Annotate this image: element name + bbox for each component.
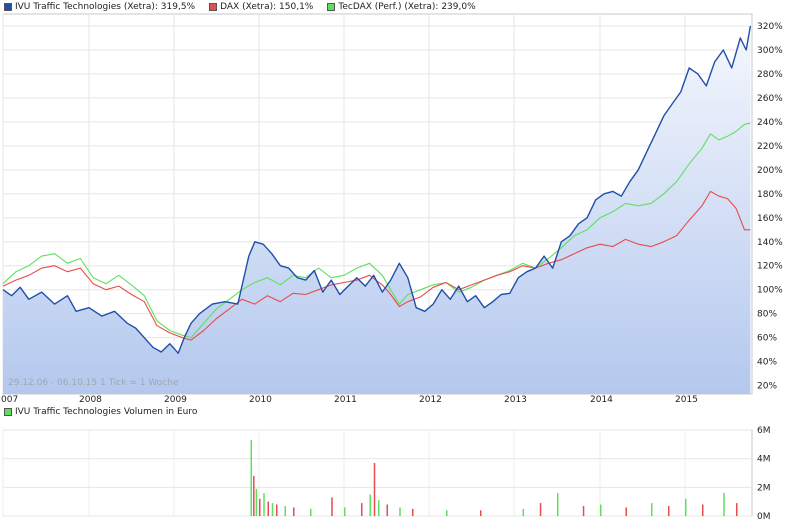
volume-bar xyxy=(344,507,346,516)
y-tick-label: 240% xyxy=(757,118,783,128)
x-tick-label: 2011 xyxy=(334,395,357,405)
volume-legend-swatch xyxy=(4,408,12,416)
volume-bar xyxy=(625,507,627,516)
y-tick-label: 60% xyxy=(757,334,777,344)
y-tick-label: 120% xyxy=(757,262,783,272)
range-note: 29.12.06 - 06.10.15 1 Tick = 1 Woche xyxy=(8,378,179,388)
volume-bar xyxy=(373,462,376,516)
y-tick-label: 220% xyxy=(757,142,783,152)
volume-bar xyxy=(685,498,687,516)
volume-bar xyxy=(331,497,333,516)
y-tick-label: 40% xyxy=(757,358,777,368)
y-tick-label: 280% xyxy=(757,70,783,80)
volume-y-tick-label: 2M xyxy=(757,483,771,493)
x-tick-label: 2014 xyxy=(590,395,613,405)
volume-bar xyxy=(250,440,252,516)
y-tick-label: 200% xyxy=(757,166,783,176)
y-tick-label: 260% xyxy=(757,94,783,104)
volume-bar xyxy=(259,498,261,516)
y-tick-label: 180% xyxy=(757,190,783,200)
x-tick-label: 2012 xyxy=(419,395,442,405)
volume-y-tick-label: 0M xyxy=(757,512,771,522)
x-tick-label: 2015 xyxy=(675,395,698,405)
volume-bar xyxy=(522,508,525,516)
volume-bar xyxy=(668,505,670,516)
volume-bar xyxy=(582,505,585,516)
y-tick-label: 300% xyxy=(757,46,783,56)
volume-bar xyxy=(723,493,725,516)
volume-bar xyxy=(253,475,255,516)
volume-y-tick-label: 6M xyxy=(757,426,771,436)
price-chart: 20% 40% 60% 80% 100% 120% 140% 160% 180% 200% 220%… xyxy=(1,13,783,522)
y-tick-label: 160% xyxy=(757,214,783,224)
y-tick-label: 140% xyxy=(757,238,783,248)
x-tick-label: 2013 xyxy=(504,395,527,405)
volume-bar xyxy=(446,510,448,516)
volume-bar xyxy=(276,504,278,516)
volume-bar xyxy=(702,504,704,516)
volume-bar xyxy=(378,500,380,516)
volume-plot-area xyxy=(2,429,753,517)
volume-bar xyxy=(412,508,414,516)
y-tick-label: 20% xyxy=(757,382,777,392)
volume-legend-label: IVU Traffic Technologies Volumen in Euro xyxy=(15,407,198,417)
x-tick-label: 2008 xyxy=(79,395,102,405)
volume-bar xyxy=(651,503,653,516)
volume-bar xyxy=(369,494,371,516)
volume-bar xyxy=(539,503,542,516)
volume-bar xyxy=(361,503,363,516)
volume-legend: IVU Traffic Technologies Volumen in Euro xyxy=(4,407,197,417)
volume-bar xyxy=(293,507,295,516)
volume-bar xyxy=(399,507,401,516)
y-tick-label: 80% xyxy=(757,310,777,320)
volume-bar xyxy=(284,505,286,516)
y-tick-label: 320% xyxy=(757,22,783,32)
volume-bar xyxy=(255,488,258,516)
x-tick-label: 2010 xyxy=(249,395,272,405)
x-tick-label: 007 xyxy=(1,395,18,405)
volume-bar xyxy=(557,493,559,516)
volume-bar xyxy=(480,510,482,516)
volume-bar xyxy=(271,503,274,516)
volume-y-tick-label: 4M xyxy=(757,455,771,465)
volume-bar xyxy=(736,503,738,516)
y-tick-label: 100% xyxy=(757,286,783,296)
volume-bar xyxy=(263,493,265,516)
volume-bar xyxy=(386,504,388,516)
x-tick-label: 2009 xyxy=(164,395,187,405)
volume-bar xyxy=(600,504,602,516)
volume-bar xyxy=(267,501,269,516)
volume-bar xyxy=(310,508,312,516)
